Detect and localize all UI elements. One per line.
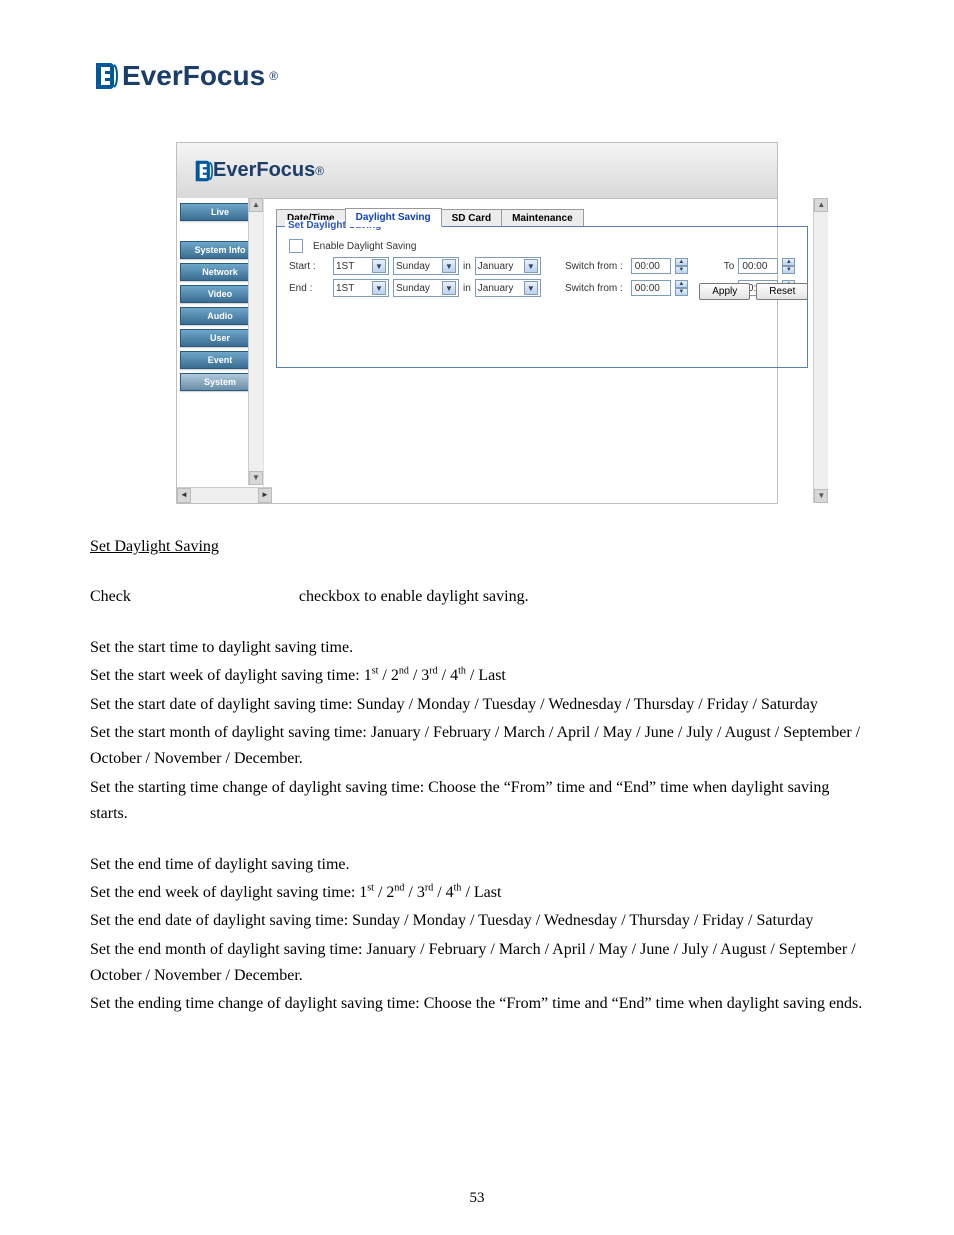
sidebar: Live System Info Network Video Audio Use… — [177, 198, 264, 503]
logo-text: EverFocus — [122, 60, 265, 92]
start-month-select[interactable]: January▼ — [475, 257, 541, 275]
chevron-down-icon[interactable]: ▼ — [249, 471, 263, 485]
sidebar-hscrollbar[interactable]: ◄ ► — [177, 487, 272, 503]
chevron-down-icon: ▼ — [442, 281, 456, 295]
tab-maintenance[interactable]: Maintenance — [501, 209, 584, 227]
logo-registered: ® — [315, 164, 324, 178]
switch-from-label: Switch from : — [545, 283, 627, 294]
logo-icon — [90, 61, 118, 91]
chevron-up-icon[interactable]: ▲ — [814, 198, 828, 212]
start-day-select[interactable]: Sunday▼ — [393, 257, 459, 275]
chevron-up-icon: ▲ — [675, 280, 688, 288]
start-from-spinner[interactable]: ▲▼ — [675, 258, 688, 274]
chevron-down-icon: ▼ — [524, 259, 538, 273]
text: Set the end month of daylight saving tim… — [90, 937, 864, 990]
end-week-select[interactable]: 1ST▼ — [333, 279, 389, 297]
page-number: 53 — [0, 1190, 954, 1207]
text: Set the start date of daylight saving ti… — [90, 692, 864, 718]
end-month-select[interactable]: January▼ — [475, 279, 541, 297]
chevron-up-icon[interactable]: ▲ — [249, 198, 263, 212]
doc-body: Set Daylight Saving Check checkbox to en… — [90, 534, 864, 1018]
chevron-down-icon: ▼ — [524, 281, 538, 295]
logo-registered: ® — [269, 69, 278, 83]
tab-daylight-saving[interactable]: Daylight Saving — [345, 208, 442, 227]
text: checkbox to enable daylight saving. — [299, 588, 529, 605]
enable-checkbox[interactable] — [289, 239, 303, 253]
reset-button[interactable]: Reset — [756, 283, 808, 300]
end-day-select[interactable]: Sunday▼ — [393, 279, 459, 297]
start-to-time[interactable]: 00:00 — [738, 258, 778, 274]
text: Check — [90, 588, 131, 605]
chevron-down-icon: ▼ — [782, 266, 795, 274]
sidebar-scrollbar[interactable]: ▲ ▼ — [248, 198, 263, 485]
chevron-down-icon: ▼ — [442, 259, 456, 273]
to-label: To — [724, 261, 735, 272]
text: Set the end week of daylight saving time… — [90, 880, 864, 906]
brand-logo: EverFocus ® — [90, 60, 864, 92]
main-scrollbar[interactable]: ▲ ▼ — [813, 198, 828, 503]
apply-button[interactable]: Apply — [699, 283, 750, 300]
text: Set the start month of daylight saving t… — [90, 720, 864, 773]
switch-from-label: Switch from : — [545, 261, 627, 272]
logo-icon — [191, 159, 213, 183]
text: Set the start time to daylight saving ti… — [90, 635, 864, 661]
chevron-down-icon: ▼ — [675, 266, 688, 274]
start-from-time[interactable]: 00:00 — [631, 258, 671, 274]
app-screenshot: EverFocus ® Live System Info Network Vid… — [176, 142, 778, 504]
text: Set the end date of daylight saving time… — [90, 908, 864, 934]
start-label: Start : — [289, 261, 329, 272]
section-heading: Set Daylight Saving — [90, 538, 219, 555]
chevron-down-icon: ▼ — [372, 259, 386, 273]
chevron-up-icon: ▲ — [782, 258, 795, 266]
enable-label: Enable Daylight Saving — [313, 241, 416, 252]
chevron-down-icon[interactable]: ▼ — [814, 489, 828, 503]
start-to-spinner[interactable]: ▲▼ — [782, 258, 795, 274]
app-header: EverFocus ® — [177, 143, 777, 199]
text: Set the end time of daylight saving time… — [90, 852, 864, 878]
end-from-time[interactable]: 00:00 — [631, 280, 671, 296]
text: Set the ending time change of daylight s… — [90, 991, 864, 1017]
text: Set the starting time change of daylight… — [90, 775, 864, 828]
end-label: End : — [289, 283, 329, 294]
app-header-title: EverFocus — [213, 159, 315, 182]
tabs: Date/Time Daylight Saving SD Card Mainte… — [276, 208, 808, 227]
end-from-spinner[interactable]: ▲▼ — [675, 280, 688, 296]
chevron-left-icon[interactable]: ◄ — [177, 488, 191, 503]
chevron-down-icon: ▼ — [372, 281, 386, 295]
in-label: in — [463, 283, 471, 294]
main-panel: Date/Time Daylight Saving SD Card Mainte… — [264, 198, 828, 503]
start-week-select[interactable]: 1ST▼ — [333, 257, 389, 275]
chevron-down-icon: ▼ — [675, 288, 688, 296]
text: Set the start week of daylight saving ti… — [90, 663, 864, 689]
chevron-up-icon: ▲ — [675, 258, 688, 266]
in-label: in — [463, 261, 471, 272]
tab-sd-card[interactable]: SD Card — [441, 209, 502, 227]
